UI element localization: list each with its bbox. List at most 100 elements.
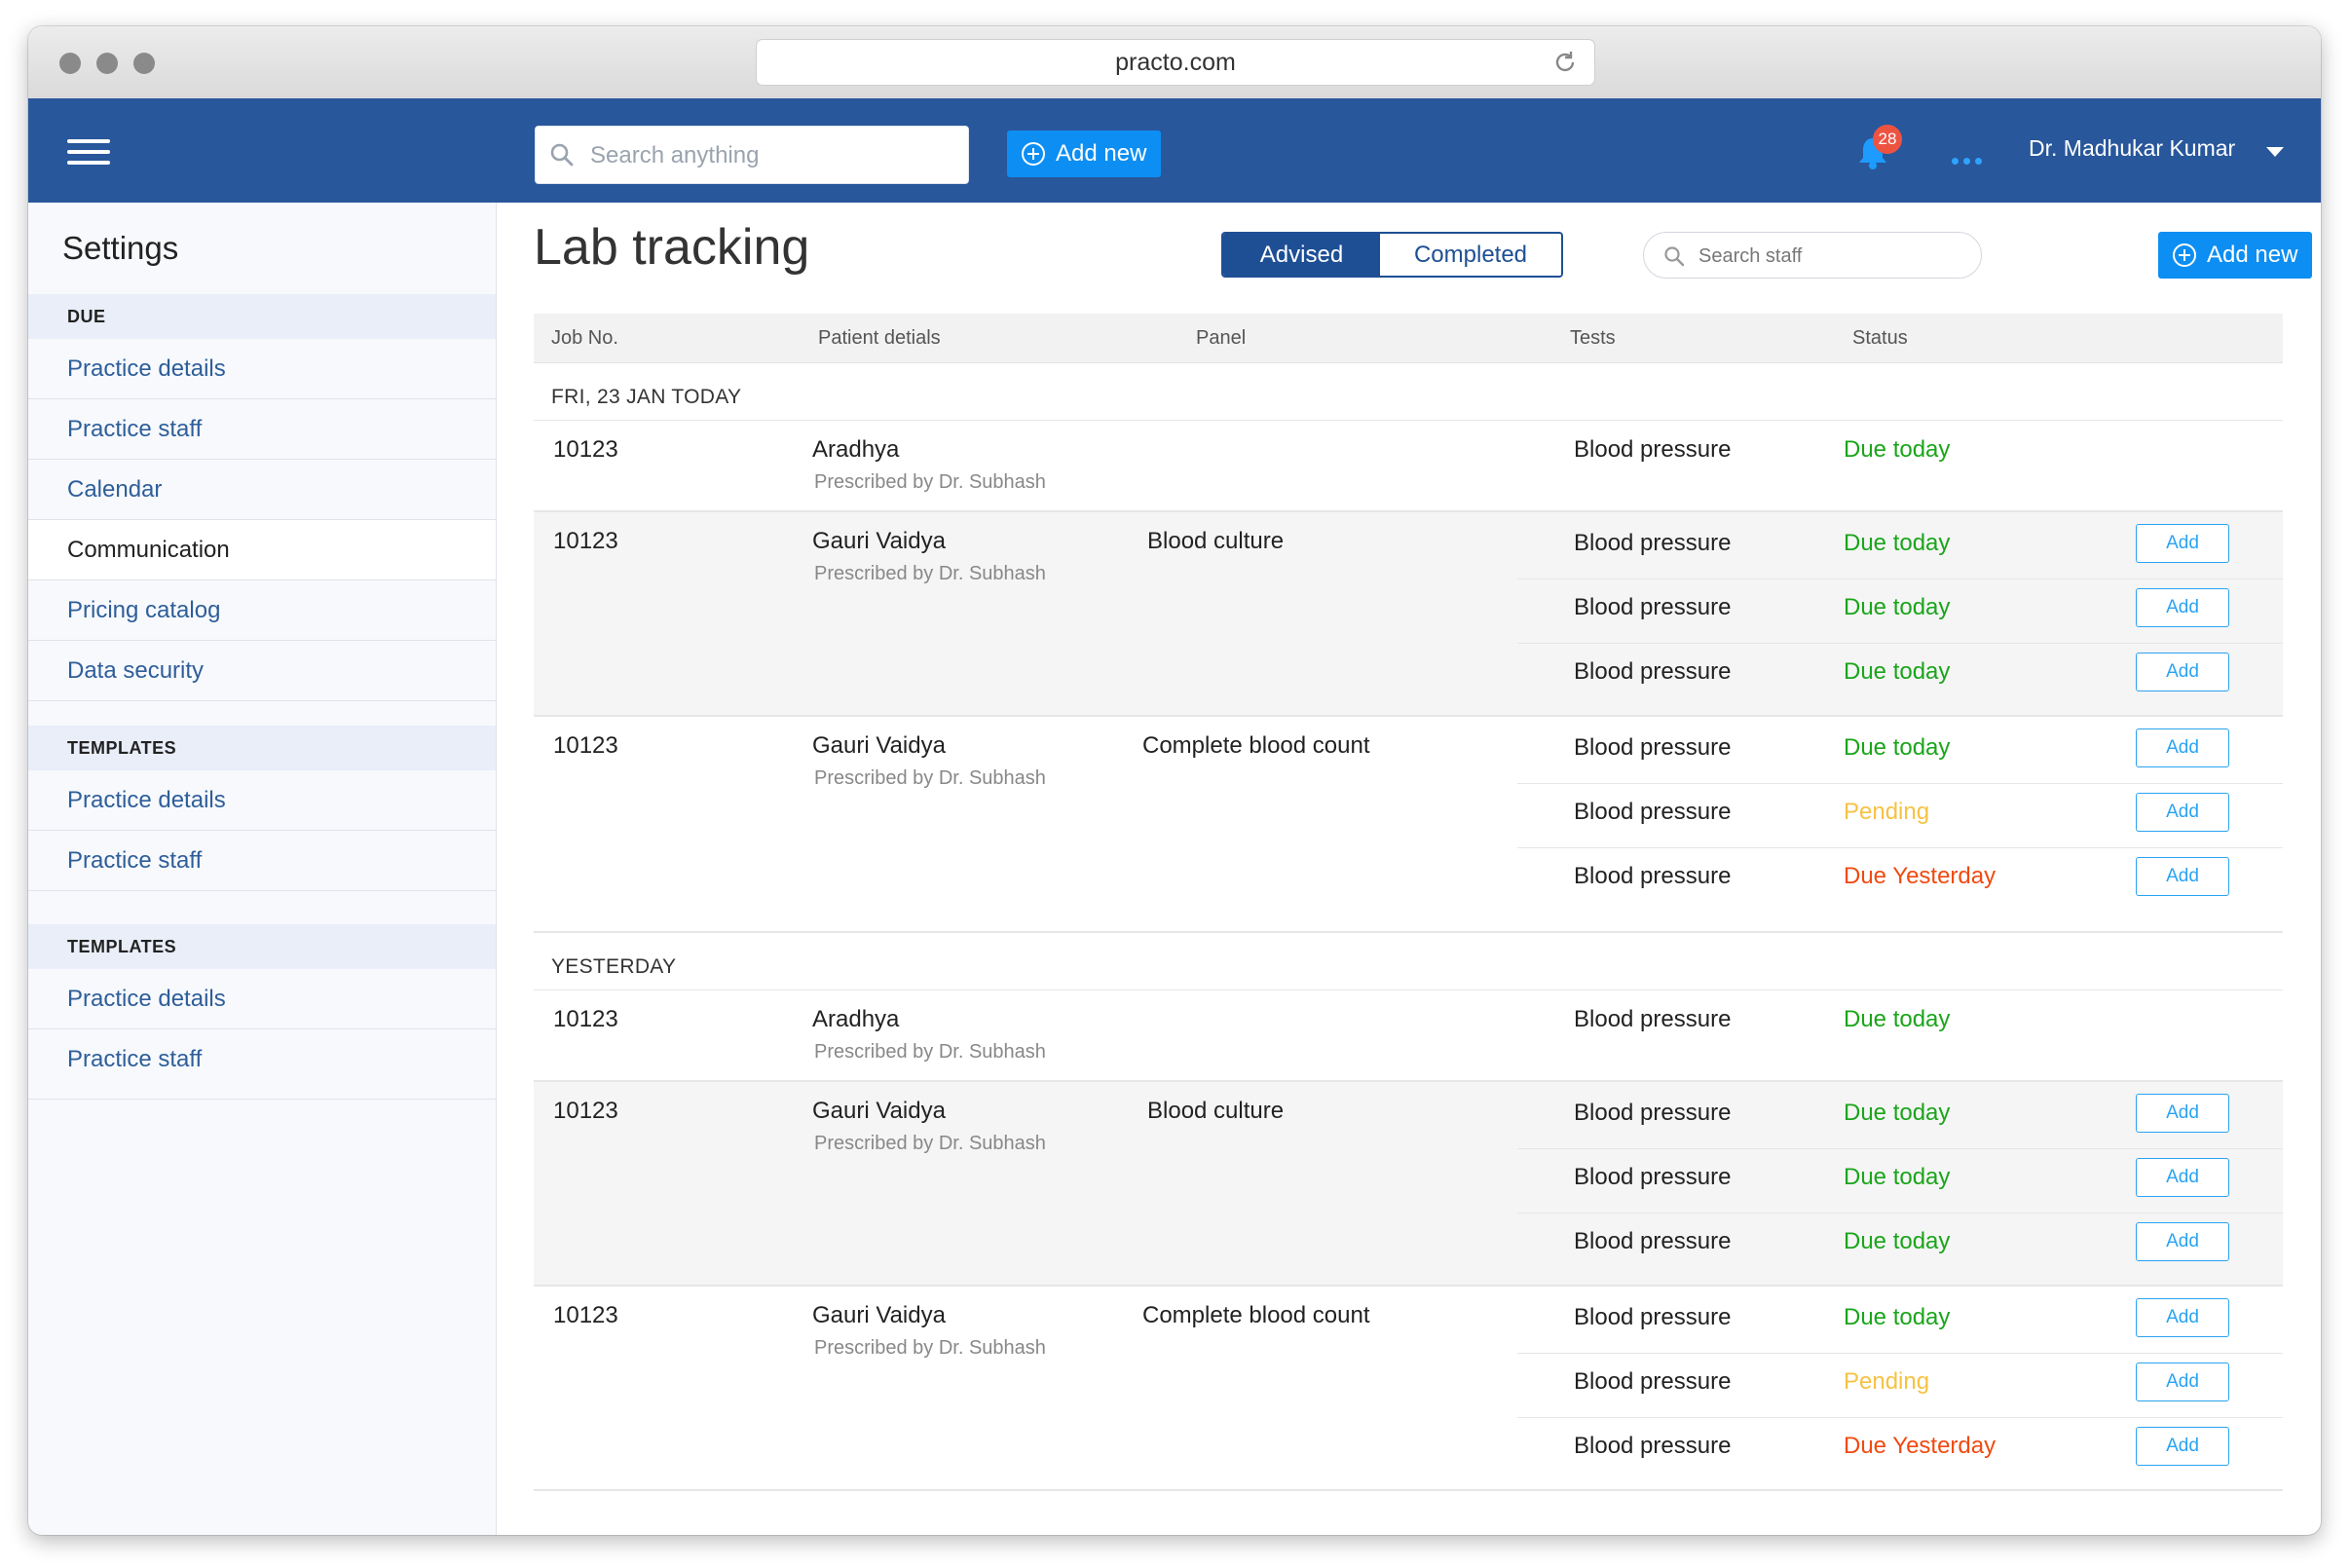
- close-window-button[interactable]: [59, 53, 81, 74]
- staff-search-input[interactable]: [1697, 241, 1973, 272]
- global-search[interactable]: [535, 126, 969, 184]
- sidebar-section-due: DUE: [28, 294, 496, 339]
- table-row: 10123 Gauri Vaidya Prescribed by Dr. Subha…: [534, 1287, 2283, 1491]
- sidebar-item-calendar[interactable]: Calendar: [28, 460, 496, 520]
- plus-circle-icon: [2173, 243, 2196, 267]
- tab-completed[interactable]: Completed: [1380, 234, 1561, 276]
- test-separator: [1517, 783, 2283, 784]
- sidebar-item-practice-staff[interactable]: Practice staff: [28, 399, 496, 460]
- reload-icon[interactable]: [1551, 49, 1579, 76]
- test-line: Blood pressure Due today Add: [534, 1290, 2283, 1351]
- status-badge: Due today: [1844, 658, 1951, 685]
- sidebar-section-templates-2: TEMPLATES: [28, 924, 496, 969]
- table-row: 10123 Aradhya Prescribed by Dr. Subhash Blo…: [534, 421, 2283, 512]
- group-label: YESTERDAY: [534, 933, 2283, 990]
- url-text: practo.com: [1115, 49, 1236, 76]
- add-button[interactable]: Add: [2136, 1094, 2229, 1133]
- sidebar-item-template2-practice-details[interactable]: Practice details: [28, 969, 496, 1029]
- test-name: Blood pressure: [1574, 594, 1732, 620]
- test-name: Blood pressure: [1574, 734, 1732, 761]
- add-button[interactable]: Add: [2136, 857, 2229, 896]
- add-button[interactable]: Add: [2136, 524, 2229, 563]
- sidebar-title: Settings: [62, 230, 179, 266]
- table-row: 10123 Gauri Vaidya Prescribed by Dr. Subha…: [534, 512, 2283, 717]
- column-status: Status: [1852, 327, 1908, 349]
- add-button[interactable]: Add: [2136, 653, 2229, 691]
- minimize-window-button[interactable]: [96, 53, 118, 74]
- add-button[interactable]: Add: [2136, 1363, 2229, 1401]
- test-name: Blood pressure: [1574, 863, 1732, 889]
- test-line: Blood pressure Due Yesterday Add: [534, 849, 2283, 910]
- status-badge: Pending: [1844, 1368, 1930, 1395]
- header-add-new-button[interactable]: Add new: [1007, 131, 1161, 177]
- status-badge: Due today: [1844, 530, 1951, 556]
- column-patient-details: Patient detials: [818, 327, 941, 349]
- test-name: Blood pressure: [1574, 1368, 1732, 1395]
- status-badge: Due Yesterday: [1844, 863, 1996, 889]
- table-header: Job No. Patient detials Panel Tests Stat…: [534, 314, 2283, 363]
- add-button[interactable]: Add: [2136, 588, 2229, 627]
- user-name[interactable]: Dr. Madhukar Kumar: [2029, 135, 2235, 162]
- sidebar-item-template2-practice-staff[interactable]: Practice staff: [28, 1029, 496, 1100]
- status-badge: Due today: [1844, 1100, 1951, 1126]
- main-add-new-label: Add new: [2207, 242, 2298, 268]
- add-button[interactable]: Add: [2136, 1427, 2229, 1466]
- plus-circle-icon: [1022, 142, 1045, 166]
- sidebar-item-data-security[interactable]: Data security: [28, 641, 496, 701]
- maximize-window-button[interactable]: [133, 53, 155, 74]
- global-search-input[interactable]: [588, 136, 962, 175]
- test-name: Blood pressure: [1574, 1304, 1732, 1330]
- sidebar-item-pricing-catalog[interactable]: Pricing catalog: [28, 580, 496, 641]
- staff-search[interactable]: [1643, 232, 1982, 279]
- address-bar[interactable]: practo.com: [756, 39, 1595, 86]
- sidebar-item-template-practice-details[interactable]: Practice details: [28, 770, 496, 831]
- status-badge: Due today: [1844, 1164, 1951, 1190]
- more-icon[interactable]: [1952, 152, 1987, 169]
- add-button[interactable]: Add: [2136, 1222, 2229, 1261]
- sidebar-item-practice-details[interactable]: Practice details: [28, 339, 496, 399]
- add-button[interactable]: Add: [2136, 793, 2229, 832]
- test-line: Blood pressure Due today: [534, 423, 2283, 483]
- test-separator: [1517, 1353, 2283, 1354]
- status-badge: Due today: [1844, 436, 1951, 463]
- group-label: FRI, 23 JAN TODAY: [534, 363, 2283, 421]
- test-line: Blood pressure Due today Add: [534, 645, 2283, 705]
- chevron-down-icon[interactable]: [2266, 147, 2284, 157]
- column-panel: Panel: [1196, 327, 1247, 349]
- header-add-new-label: Add new: [1056, 140, 1147, 167]
- app-header: Add new 28 Dr. Madhukar Kumar: [28, 98, 2321, 203]
- main-add-new-button[interactable]: Add new: [2158, 232, 2312, 279]
- test-line: Blood pressure Due today Add: [534, 1214, 2283, 1275]
- test-name: Blood pressure: [1574, 436, 1732, 463]
- table-row: 10123 Aradhya Prescribed by Dr. Subhash Blo…: [534, 990, 2283, 1082]
- test-name: Blood pressure: [1574, 658, 1732, 685]
- settings-sidebar: Settings DUE Practice details Practice s…: [28, 203, 497, 1535]
- status-badge: Pending: [1844, 799, 1930, 825]
- search-icon: [1664, 246, 1685, 267]
- column-job-no: Job No.: [551, 327, 618, 349]
- sidebar-item-communication[interactable]: Communication: [28, 520, 496, 580]
- group-label-text: YESTERDAY: [551, 955, 677, 978]
- column-tests: Tests: [1570, 327, 1616, 349]
- test-line: Blood pressure Pending Add: [534, 1355, 2283, 1415]
- test-line: Blood pressure Due today: [534, 992, 2283, 1053]
- tab-advised[interactable]: Advised: [1223, 234, 1380, 276]
- test-name: Blood pressure: [1574, 530, 1732, 556]
- status-badge: Due today: [1844, 1304, 1951, 1330]
- test-name: Blood pressure: [1574, 1006, 1732, 1032]
- add-button[interactable]: Add: [2136, 728, 2229, 767]
- browser-window: practo.com Add new: [28, 26, 2321, 1535]
- add-button[interactable]: Add: [2136, 1298, 2229, 1337]
- hamburger-icon[interactable]: [67, 139, 110, 165]
- sidebar-section-templates: TEMPLATES: [28, 726, 496, 770]
- test-line: Blood pressure Due today Add: [534, 1086, 2283, 1146]
- sidebar-item-template-practice-staff[interactable]: Practice staff: [28, 831, 496, 891]
- test-name: Blood pressure: [1574, 1228, 1732, 1254]
- test-separator: [1517, 847, 2283, 848]
- test-separator: [1517, 1148, 2283, 1149]
- group-label-text: FRI, 23 JAN TODAY: [551, 386, 742, 408]
- add-button[interactable]: Add: [2136, 1158, 2229, 1197]
- status-badge: Due today: [1844, 1006, 1951, 1032]
- test-line: Blood pressure Due Yesterday Add: [534, 1419, 2283, 1479]
- status-tabs: Advised Completed: [1221, 232, 1563, 278]
